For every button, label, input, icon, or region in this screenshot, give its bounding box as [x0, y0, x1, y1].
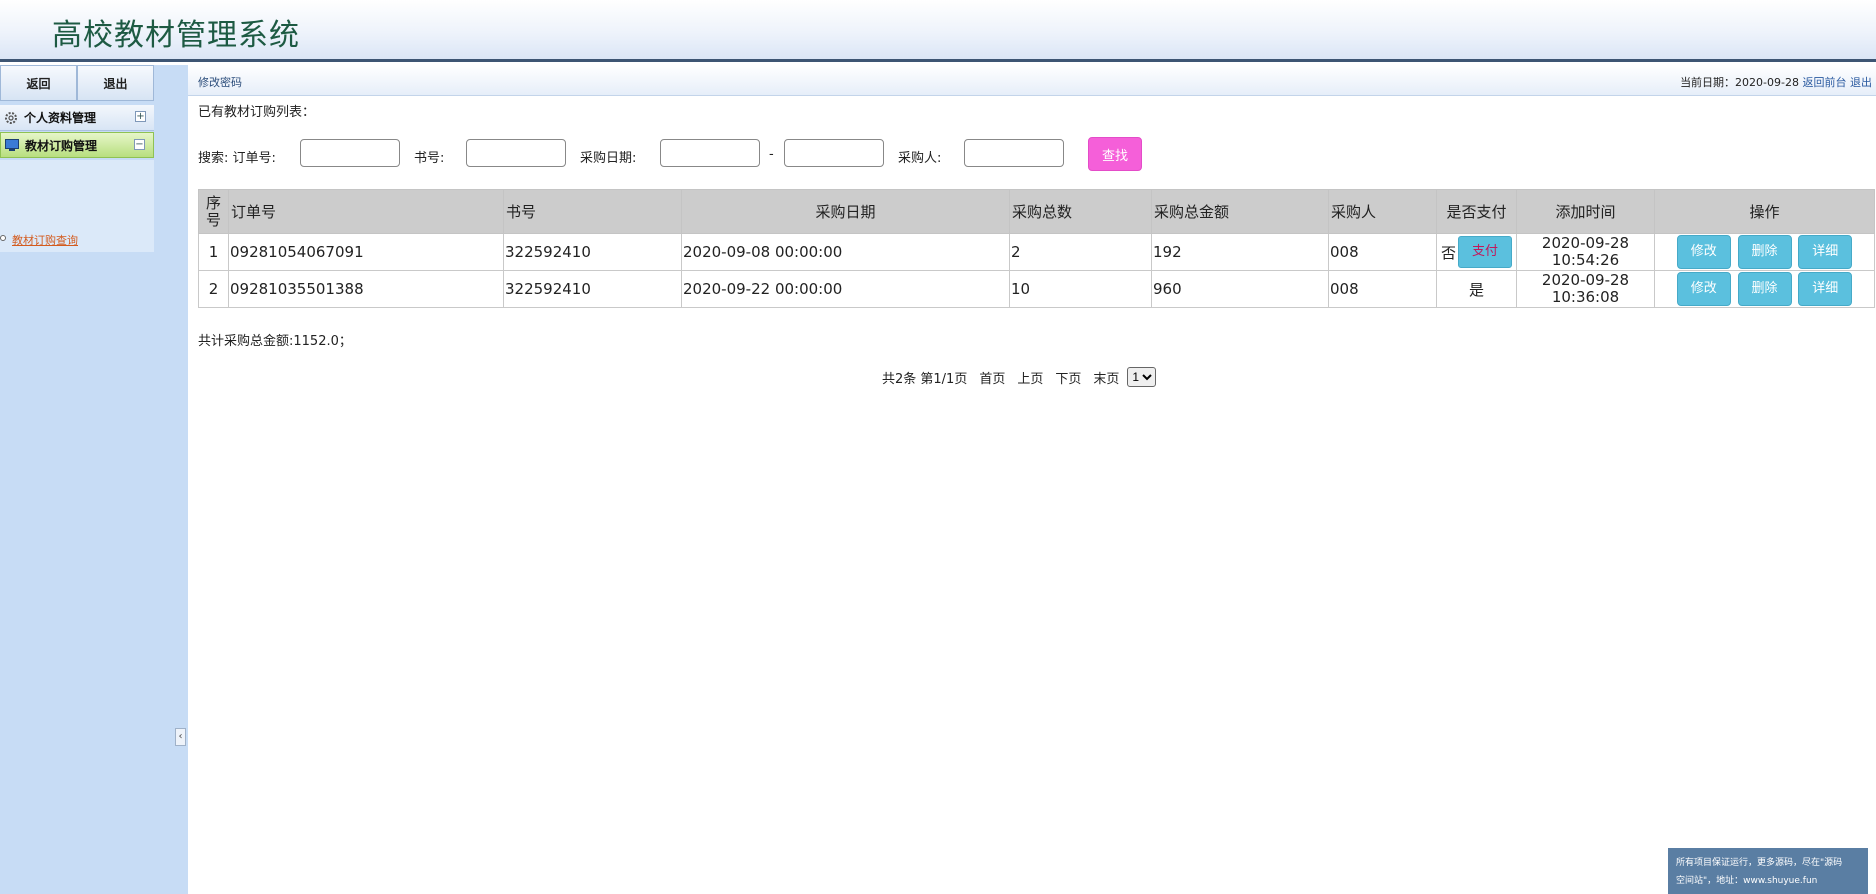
cell-amount: 192 [1151, 233, 1329, 271]
sidebar-collapse-toggle[interactable]: ‹ [175, 728, 186, 746]
logout-button[interactable]: 退出 [77, 65, 154, 101]
add-time: 10:54:26 [1551, 251, 1620, 269]
search-form: 搜索: 订单号: 书号: 采购日期: - 采购人: 查找 [198, 137, 1198, 171]
page-summary: 共2条 第1/1页 [882, 371, 968, 387]
menu-textbook-order-label: 教材订购管理 [25, 138, 98, 153]
current-date: 当前日期：2020-09-28 [1680, 76, 1799, 89]
th-qty: 采购总数 [1009, 189, 1152, 234]
cell-purchase-date: 2020-09-22 00:00:00 [681, 270, 1010, 308]
next-page-link[interactable]: 下页 [1055, 368, 1081, 387]
edit-button[interactable]: 修改 [1676, 272, 1731, 306]
add-date: 2020-09-28 [1541, 271, 1630, 289]
cell-seq: 2 [198, 270, 229, 308]
cell-order-no: 09281035501388 [228, 270, 504, 308]
back-button[interactable]: 返回 [0, 65, 77, 101]
top-logout-link[interactable]: 退出 [1850, 76, 1872, 89]
prev-page-link[interactable]: 上页 [1017, 368, 1043, 387]
expand-icon[interactable]: + [135, 111, 146, 122]
cell-paid: 否 支付 [1436, 233, 1517, 271]
cell-purchase-date: 2020-09-08 00:00:00 [681, 233, 1010, 271]
app-title: 高校教材管理系统 [52, 18, 300, 53]
buyer-label: 采购人: [898, 151, 942, 166]
date-area: 当前日期：2020-09-28 返回前台 退出 [1680, 74, 1872, 90]
sidebar-splitter [154, 65, 188, 894]
cell-book-no: 322592410 [503, 270, 682, 308]
cell-add-time: 2020-09-28 10:54:26 [1516, 233, 1655, 271]
table-row: 1 09281054067091 322592410 2020-09-08 00… [198, 233, 1875, 271]
cell-actions: 修改 删除 详细 [1654, 270, 1875, 308]
last-page-link[interactable]: 末页 [1093, 368, 1119, 387]
purchase-date-label: 采购日期: [580, 151, 637, 166]
th-seq: 序号 [198, 189, 229, 234]
th-buyer: 采购人 [1328, 189, 1437, 234]
th-paid: 是否支付 [1436, 189, 1517, 234]
edit-button[interactable]: 修改 [1676, 235, 1731, 269]
back-to-front-link[interactable]: 返回前台 [1803, 76, 1847, 89]
sidebar-button-row: 返回 退出 [0, 65, 154, 101]
table-row: 2 09281035501388 322592410 2020-09-22 00… [198, 270, 1875, 308]
pagination: 共2条 第1/1页 首页 上页 下页 末页 1 [882, 367, 1157, 387]
gear-icon [2, 109, 20, 127]
date-range-dash: - [769, 147, 774, 162]
watermark-line-1: 所有项目保证运行，更多源码，尽在"源码 [1676, 858, 1843, 868]
th-add-time: 添加时间 [1516, 189, 1655, 234]
change-password-link[interactable]: 修改密码 [198, 74, 242, 90]
submenu-textbook-order: 教材订购查询 [0, 160, 154, 252]
page-select[interactable]: 1 [1127, 367, 1157, 387]
app-header: 高校教材管理系统 [0, 0, 1876, 62]
submenu-link-order-query[interactable]: 教材订购查询 [12, 232, 78, 248]
monitor-icon [3, 136, 21, 154]
main-content: 修改密码 当前日期：2020-09-28 返回前台 退出 已有教材订购列表： 搜… [188, 65, 1876, 894]
top-bar: 修改密码 当前日期：2020-09-28 返回前台 退出 [188, 65, 1876, 96]
cell-add-time: 2020-09-28 10:36:08 [1516, 270, 1655, 308]
orders-table: 序号 订单号 书号 采购日期 采购总数 采购总金额 采购人 是否支付 添加时间 … [198, 189, 1875, 308]
delete-button[interactable]: 删除 [1737, 272, 1792, 306]
book-no-label: 书号: [414, 151, 445, 166]
delete-button[interactable]: 删除 [1737, 235, 1792, 269]
watermark-banner: 所有项目保证运行，更多源码，尽在"源码 空间站"，地址：www.shuyue.f… [1668, 848, 1868, 894]
total-amount: 共计采购总金额:1152.0； [198, 334, 352, 349]
date-from-input[interactable] [660, 139, 760, 167]
cell-actions: 修改 删除 详细 [1654, 233, 1875, 271]
th-actions: 操作 [1654, 189, 1875, 234]
cell-amount: 960 [1151, 270, 1329, 308]
cell-paid: 是 [1436, 270, 1517, 308]
cell-order-no: 09281054067091 [228, 233, 504, 271]
sidebar: 返回 退出 个人资料管理 + 教材订购管理 − 教材订购查询 ‹ [0, 65, 188, 894]
first-page-link[interactable]: 首页 [979, 368, 1005, 387]
menu-personal-info[interactable]: 个人资料管理 + [0, 105, 154, 131]
collapse-icon[interactable]: − [134, 139, 145, 150]
search-button[interactable]: 查找 [1088, 137, 1142, 171]
menu-personal-info-label: 个人资料管理 [24, 111, 97, 125]
th-purchase-date: 采购日期 [681, 189, 1010, 234]
cell-qty: 2 [1009, 233, 1152, 271]
order-no-input[interactable] [300, 139, 400, 167]
add-time: 10:36:08 [1551, 288, 1620, 306]
detail-button[interactable]: 详细 [1798, 272, 1853, 306]
menu-textbook-order[interactable]: 教材订购管理 − [0, 132, 154, 158]
add-date: 2020-09-28 [1541, 234, 1630, 252]
cell-buyer: 008 [1328, 233, 1437, 271]
book-no-input[interactable] [466, 139, 566, 167]
table-header-row: 序号 订单号 书号 采购日期 采购总数 采购总金额 采购人 是否支付 添加时间 … [198, 189, 1875, 234]
detail-button[interactable]: 详细 [1798, 235, 1853, 269]
th-book-no: 书号 [503, 189, 682, 234]
cell-seq: 1 [198, 233, 229, 271]
watermark-line-2: 空间站"，地址：www.shuyue.fun [1676, 876, 1818, 886]
search-order-label: 搜索: 订单号: [198, 151, 276, 166]
bullet-icon [0, 235, 6, 241]
paid-status: 否 [1440, 243, 1456, 262]
pay-button[interactable]: 支付 [1458, 236, 1512, 268]
sidebar-menu-panel: 返回 退出 个人资料管理 + 教材订购管理 − 教材订购查询 [0, 65, 154, 894]
th-amount: 采购总金额 [1151, 189, 1329, 234]
date-to-input[interactable] [784, 139, 884, 167]
buyer-input[interactable] [964, 139, 1064, 167]
cell-buyer: 008 [1328, 270, 1437, 308]
list-title: 已有教材订购列表： [198, 105, 316, 120]
th-order-no: 订单号 [228, 189, 504, 234]
cell-qty: 10 [1009, 270, 1152, 308]
cell-book-no: 322592410 [503, 233, 682, 271]
